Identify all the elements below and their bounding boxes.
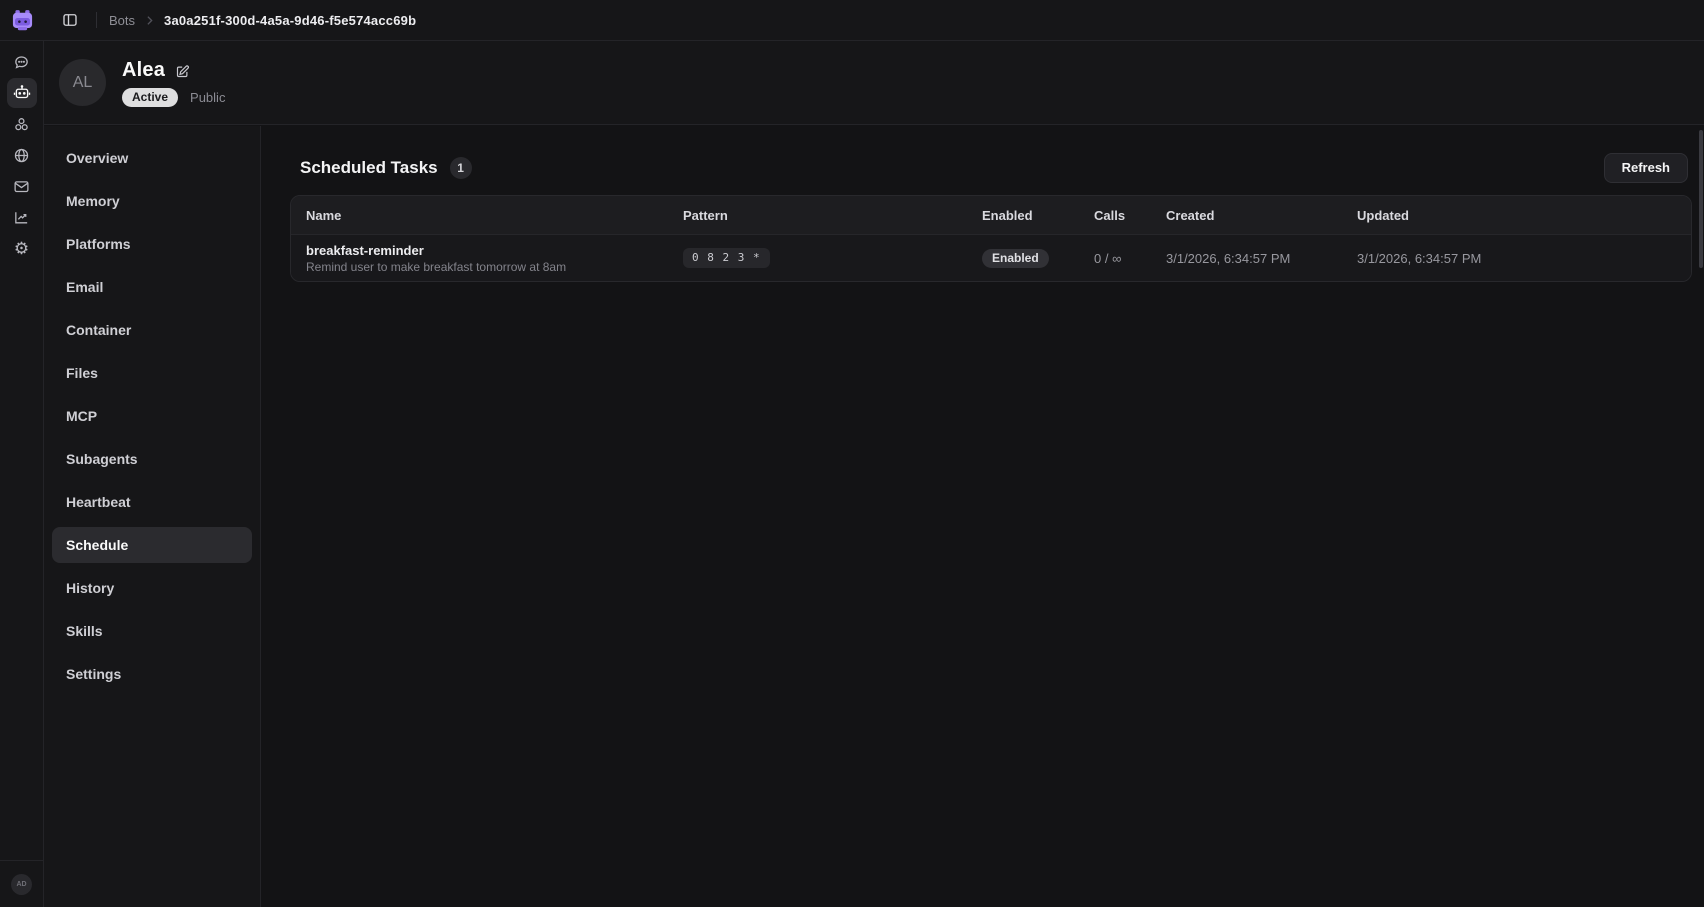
rail-analytics-button[interactable] [7,202,37,232]
rail-mail-button[interactable] [7,171,37,201]
sidebar-item-heartbeat[interactable]: Heartbeat [52,484,252,520]
bot-title: Alea [122,59,165,82]
topbar: Bots 3a0a251f-300d-4a5a-9d46-f5e574acc69… [0,0,1704,41]
task-count-badge: 1 [450,157,472,179]
column-header-calls: Calls [1094,208,1166,223]
cell-name: breakfast-reminder Remind user to make b… [291,243,683,274]
edit-name-button[interactable] [175,64,190,79]
sidebar-toggle-button[interactable] [56,6,84,34]
sidebar-item-mcp[interactable]: MCP [52,398,252,434]
rail-chat-button[interactable] [7,47,37,77]
bot-header: AL Alea Active Public [44,41,1704,125]
sidebar-item-memory[interactable]: Memory [52,183,252,219]
bot-sidebar: Overview Memory Platforms Email Containe… [44,126,261,907]
enabled-badge: Enabled [982,249,1049,268]
refresh-button[interactable]: Refresh [1604,153,1688,183]
rail-globe-button[interactable] [7,140,37,170]
main-header: Scheduled Tasks 1 Refresh [262,126,1704,183]
sidebar-item-platforms[interactable]: Platforms [52,226,252,262]
rail-integrations-button[interactable] [7,109,37,139]
sidebar-item-email[interactable]: Email [52,269,252,305]
breadcrumb-bots-link[interactable]: Bots [109,13,135,28]
breadcrumb-bot-id: 3a0a251f-300d-4a5a-9d46-f5e574acc69b [164,13,416,28]
icon-rail: ⚙ AD [0,41,44,907]
column-header-name: Name [291,208,683,223]
column-header-updated: Updated [1357,208,1691,223]
page-title: Scheduled Tasks [300,158,438,178]
robot-logo-icon [10,8,35,33]
sidebar-item-skills[interactable]: Skills [52,613,252,649]
sidebar-item-overview[interactable]: Overview [52,140,252,176]
mail-icon [13,178,30,195]
column-header-enabled: Enabled [982,208,1094,223]
table-header-row: Name Pattern Enabled Calls Created Updat… [291,196,1691,234]
cell-pattern: 0 8 2 3 * [683,248,982,268]
table-row[interactable]: breakfast-reminder Remind user to make b… [291,234,1691,281]
column-header-pattern: Pattern [683,208,982,223]
rail-footer: AD [0,860,44,907]
status-badge: Active [122,88,178,107]
vertical-scrollbar-thumb[interactable] [1699,130,1703,268]
analytics-icon [13,209,30,226]
scheduled-tasks-table: Name Pattern Enabled Calls Created Updat… [290,195,1692,282]
sidebar-item-history[interactable]: History [52,570,252,606]
app-logo[interactable] [0,8,44,33]
rail-bots-button[interactable] [7,78,37,108]
sidebar-item-files[interactable]: Files [52,355,252,391]
user-avatar[interactable]: AD [11,874,32,895]
cell-calls: 0 / ∞ [1094,251,1166,266]
sidebar-item-subagents[interactable]: Subagents [52,441,252,477]
cell-created: 3/1/2026, 6:34:57 PM [1166,251,1357,266]
bot-icon [13,84,31,102]
chat-icon [13,54,30,71]
task-description: Remind user to make breakfast tomorrow a… [306,260,683,274]
sidebar-item-container[interactable]: Container [52,312,252,348]
visibility-label: Public [190,90,225,105]
cell-enabled: Enabled [982,249,1094,268]
main-content: Scheduled Tasks 1 Refresh Name Pattern E… [262,126,1704,907]
task-name: breakfast-reminder [306,243,683,258]
sidebar-item-settings[interactable]: Settings [52,656,252,692]
cron-pattern-chip: 0 8 2 3 * [683,248,770,268]
rail-settings-button[interactable]: ⚙ [7,233,37,263]
cell-updated: 3/1/2026, 6:34:57 PM [1357,251,1691,266]
globe-icon [13,147,30,164]
panel-left-icon [61,11,79,29]
column-header-created: Created [1166,208,1357,223]
chevron-right-icon [143,14,156,27]
sidebar-item-schedule[interactable]: Schedule [52,527,252,563]
integrations-icon [13,116,30,133]
topbar-divider [96,12,97,28]
edit-pencil-icon [175,64,190,79]
bot-avatar: AL [59,59,106,106]
settings-icon: ⚙ [14,240,29,257]
